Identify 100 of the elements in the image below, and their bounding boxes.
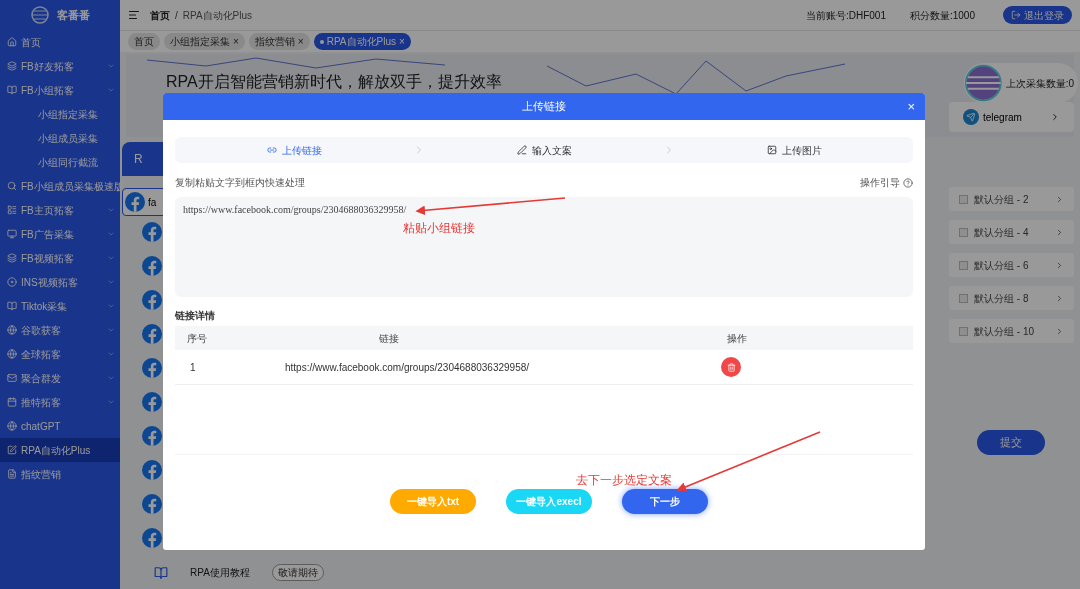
points-label: 积分数量:1000 — [909, 8, 975, 23]
annotation-text: 粘贴小组链接 — [403, 220, 475, 237]
sidebar-item[interactable]: FB广告采集 — [0, 222, 120, 246]
logout-button[interactable]: 退出登录 — [1003, 6, 1072, 24]
column-header: 操作 — [726, 331, 748, 346]
logout-icon — [1011, 10, 1021, 20]
tutorial-label[interactable]: RPA使用教程 — [190, 565, 250, 580]
menu-item-icon — [7, 325, 17, 335]
trash-icon — [726, 362, 736, 372]
menu-item-icon — [7, 349, 17, 359]
group-item[interactable]: 默认分组 - 4 — [949, 220, 1074, 244]
group-item[interactable]: 默认分组 - 10 — [949, 319, 1074, 343]
sidebar-item[interactable]: FB好友拓客 — [0, 54, 120, 78]
column-header: 链接 — [378, 331, 400, 346]
menu-item-icon — [7, 37, 17, 47]
facebook-icon — [142, 324, 162, 344]
facebook-icon — [142, 460, 162, 480]
menu-item-icon — [7, 397, 17, 407]
group-item[interactable]: 默认分组 - 6 — [949, 253, 1074, 277]
facebook-icon — [142, 256, 162, 276]
table-cell-text: 1 — [189, 360, 197, 375]
globe-icon — [964, 63, 1003, 103]
sidebar-subitem[interactable]: 小组同行截流 — [0, 150, 120, 174]
menu-item-icon — [7, 421, 17, 431]
sidebar-item[interactable]: 全球拓客 — [0, 342, 120, 366]
chevron-right-icon — [1050, 112, 1060, 122]
section-title: 链接详情 — [175, 309, 216, 323]
sidebar-item[interactable]: RPA自动化Plus — [0, 438, 120, 462]
facebook-icon — [125, 192, 145, 212]
menu-item-icon — [7, 181, 17, 191]
delete-button[interactable] — [721, 357, 741, 377]
menu-item-icon — [7, 301, 17, 311]
page-tag[interactable]: 小组指定采集 × — [164, 33, 245, 50]
menu-item-icon — [7, 85, 17, 95]
sidebar-item[interactable]: 推特拓客 — [0, 390, 120, 414]
sidebar-item[interactable]: chatGPT — [0, 414, 120, 438]
group-item[interactable]: 默认分组 - 2 — [949, 187, 1074, 211]
close-button[interactable]: × — [907, 96, 915, 117]
tag-close-button[interactable]: × — [233, 34, 239, 49]
menu-item-icon — [7, 373, 17, 383]
facebook-icon — [142, 392, 162, 412]
step-tab[interactable]: 输入文案 — [425, 142, 663, 158]
collect-count-badge[interactable]: 上次采集数量:0 — [964, 63, 1078, 103]
sidebar-item[interactable]: FB主页拓客 — [0, 198, 120, 222]
hint-text: 复制粘贴文字到框内快速处理 — [175, 176, 305, 190]
step-tab[interactable]: 上传图片 — [675, 142, 913, 158]
chevron-right-icon — [1055, 326, 1064, 336]
globe-logo-icon — [30, 6, 49, 24]
breadcrumb-item[interactable]: RPA自动化Plus — [182, 7, 253, 23]
image-icon — [766, 145, 777, 155]
checkbox[interactable] — [959, 326, 968, 336]
checkbox[interactable] — [959, 194, 968, 204]
group-item[interactable]: 默认分组 - 8 — [949, 286, 1074, 310]
breadcrumb-item[interactable]: 首页 — [150, 7, 170, 23]
submit-button[interactable]: 提交 — [977, 430, 1045, 455]
breadcrumb-separator: / — [175, 8, 178, 23]
table-cell-text: https://www.facebook.com/groups/2304688036329958/ — [285, 360, 531, 375]
sidebar-item[interactable]: 聚合群发 — [0, 366, 120, 390]
checkbox[interactable] — [959, 293, 968, 303]
sidebar-item[interactable]: FB小组拓客 — [0, 78, 120, 102]
account-label: 当前账号:DHF001 — [805, 8, 886, 23]
checkbox[interactable] — [959, 260, 968, 270]
action-button[interactable]: 下一步 — [622, 489, 708, 514]
menu-item-icon — [7, 229, 17, 239]
checkbox[interactable] — [959, 227, 968, 237]
menu-item-icon — [7, 61, 17, 71]
menu-item-icon — [7, 277, 17, 287]
page-tag[interactable]: 首页 — [128, 33, 160, 50]
chevron-right-icon — [1055, 194, 1064, 204]
sidebar-item[interactable]: 首页 — [0, 30, 120, 54]
annotation-text: 去下一步选定文案 — [576, 472, 672, 489]
tag-close-button[interactable]: × — [297, 34, 304, 49]
column-header: 序号 — [186, 331, 208, 346]
sidebar-subitem[interactable]: 小组成员采集 — [0, 126, 120, 150]
facebook-icon — [142, 426, 162, 446]
menu-item-icon — [7, 445, 17, 455]
tag-close-button[interactable]: × — [398, 34, 405, 49]
logo-text: 客番番 — [56, 7, 90, 23]
sidebar-item[interactable]: 指纹营销 — [0, 462, 120, 486]
chevron-right-icon — [1055, 227, 1064, 237]
page-tag[interactable]: RPA自动化Plus × — [313, 33, 411, 50]
sidebar-item[interactable]: 谷歌获客 — [0, 318, 120, 342]
menu-item-icon — [7, 469, 17, 479]
sidebar-subitem[interactable]: 小组指定采集 — [0, 102, 120, 126]
coming-soon-tag: 敬请期待 — [271, 564, 324, 581]
dialog-title: 上传链接 — [522, 99, 566, 115]
sidebar-item[interactable]: FB视频拓客 — [0, 246, 120, 270]
sidebar-item[interactable]: INS视频拓客 — [0, 270, 120, 294]
facebook-icon — [142, 290, 162, 310]
pen-icon — [516, 145, 527, 155]
help-icon — [903, 177, 913, 188]
guide-link[interactable]: 操作引导 — [860, 175, 913, 190]
facebook-icon — [142, 222, 162, 242]
telegram-icon — [963, 109, 979, 125]
sidebar-item[interactable]: Tiktok采集 — [0, 294, 120, 318]
facebook-icon — [142, 358, 162, 378]
menu-icon[interactable] — [128, 9, 140, 21]
platform-card[interactable]: telegram — [949, 102, 1074, 132]
page-tag[interactable]: 指纹营销 × — [248, 33, 310, 50]
menu-item-icon — [7, 205, 17, 215]
